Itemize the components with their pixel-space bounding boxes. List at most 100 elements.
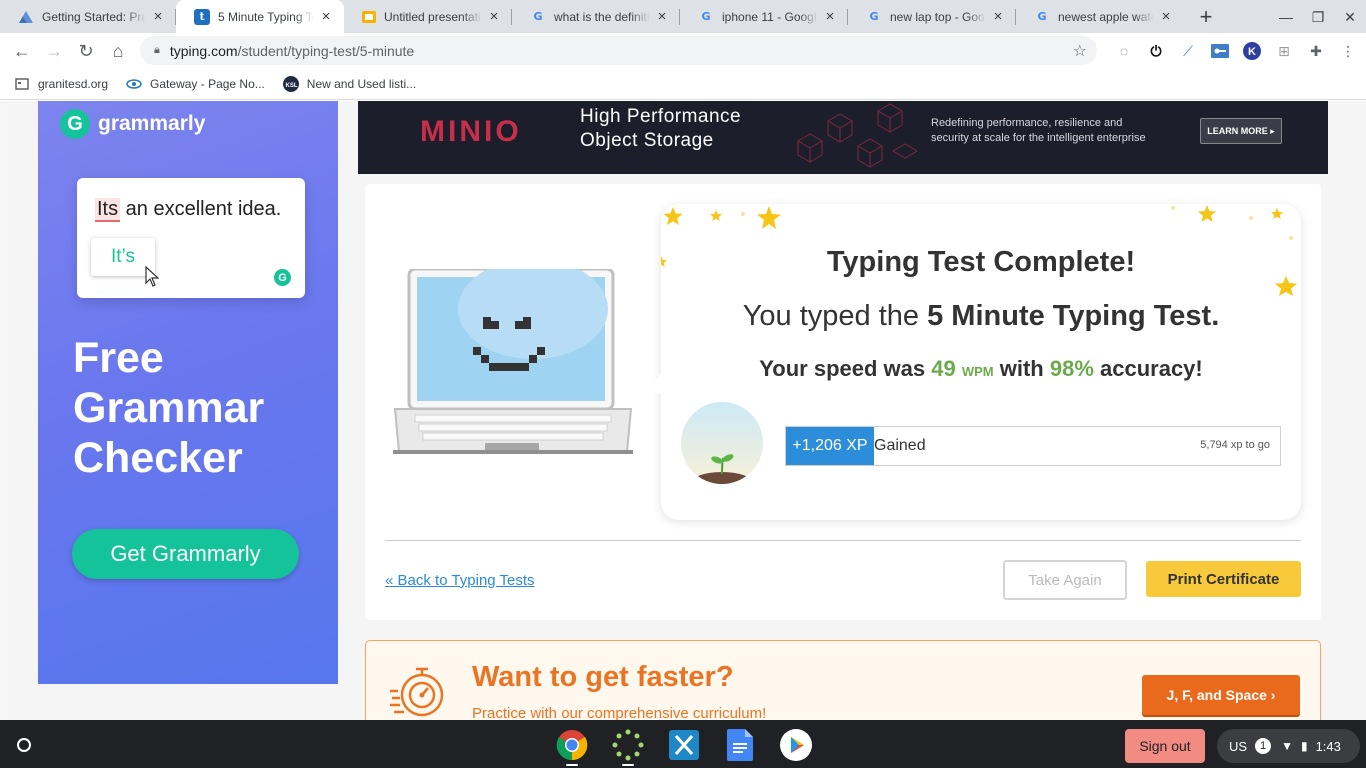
grammarly-brand: grammarly (98, 112, 206, 135)
home-icon[interactable]: ⌂ (102, 35, 134, 67)
learn-more-button[interactable]: LEARN MORE ▸ (1200, 118, 1282, 144)
bookmarks-bar: granitesd.org Gateway - Page No... KSL N… (0, 69, 1366, 100)
google-docs-icon[interactable] (723, 728, 757, 762)
minio-banner-ad[interactable]: MINIO High Performance Object Storage Re… (358, 101, 1328, 174)
browser-toolbar: ← → ↻ ⌂ 🔒︎ typing.com/student/typing-tes… (0, 33, 1366, 69)
loading-extension-icon[interactable]: ◌ (1108, 35, 1140, 67)
tab-title: Getting Started: Pre (42, 9, 146, 24)
close-tab-icon[interactable]: × (150, 8, 166, 25)
page-content: G grammarly Its an excellent idea. It’s … (0, 101, 1366, 720)
tab-untitled-presentation[interactable]: Untitled presentatio × (344, 0, 512, 33)
grammarly-ad[interactable]: G grammarly Its an excellent idea. It’s … (38, 101, 338, 684)
ksl-icon: KSL (282, 76, 299, 92)
bookmark-granitesd[interactable]: granitesd.org (14, 77, 108, 91)
grammarly-g-icon: G (60, 109, 90, 139)
bookmark-gateway[interactable]: Gateway - Page No... (126, 77, 265, 91)
lock-icon[interactable]: 🔒︎ (154, 44, 160, 57)
drive-icon (18, 9, 34, 25)
close-window-icon[interactable]: ✕ (1334, 4, 1366, 30)
print-certificate-button[interactable]: Print Certificate (1146, 561, 1301, 597)
test-result-card: Typing Test Complete! You typed the 5 Mi… (365, 184, 1321, 620)
k-extension-icon[interactable]: K (1236, 35, 1268, 67)
address-bar[interactable]: 🔒︎ typing.com/student/typing-test/5-minu… (140, 36, 1097, 65)
cubes-graphic (797, 103, 918, 168)
status-tray[interactable]: US 1 ▼ ▮ 1:43 (1217, 729, 1360, 763)
svg-text:KSL: KSL (285, 83, 297, 89)
page-icon (14, 77, 30, 91)
grid-extension-icon[interactable]: ⊞ (1268, 35, 1300, 67)
x-app-icon[interactable] (667, 728, 701, 762)
bookmark-ksl[interactable]: KSL New and Used listi... (282, 76, 416, 92)
tab-laptop-search[interactable]: G new lap top - Googl × (848, 0, 1016, 33)
broom-extension-icon[interactable]: ⟋ (1172, 35, 1204, 67)
headline-line: Free (73, 334, 164, 382)
test-name: 5 Minute Typing Test. (927, 300, 1220, 332)
tab-title: Untitled presentatio (384, 9, 482, 24)
tab-definition-search[interactable]: G what is the definitio × (512, 0, 680, 33)
tab-iphone-search[interactable]: G iphone 11 - Google × (680, 0, 848, 33)
grammarly-badge-icon: G (274, 269, 291, 286)
close-tab-icon[interactable]: × (1158, 8, 1174, 25)
minio-title-line: Object Storage (580, 130, 714, 151)
headline-line: Checker (73, 434, 243, 482)
back-to-typing-tests-link[interactable]: « Back to Typing Tests (385, 572, 535, 589)
play-store-icon[interactable] (779, 728, 813, 762)
ad-headline: Free Grammar Checker (73, 333, 264, 483)
wpm-value: 49 (931, 356, 956, 381)
new-tab-button[interactable]: + (1190, 0, 1222, 33)
url-host: typing.com (169, 42, 238, 59)
bookmark-label: Gateway - Page No... (150, 77, 265, 91)
tab-typing-test[interactable]: t 5 Minute Typing Te × (176, 0, 344, 33)
minimize-icon[interactable]: — (1270, 4, 1302, 30)
tab-getting-started[interactable]: Getting Started: Pre × (0, 0, 176, 33)
svg-text:K: K (1248, 46, 1256, 58)
extensions-puzzle-icon[interactable]: ✚ (1300, 35, 1332, 67)
get-grammarly-button[interactable]: Get Grammarly (72, 529, 299, 579)
loading-app-icon[interactable] (611, 728, 645, 766)
key-extension-icon[interactable] (1204, 35, 1236, 67)
tab-title: new lap top - Googl (890, 9, 986, 24)
close-tab-icon[interactable]: × (990, 8, 1006, 25)
google-icon: G (533, 10, 543, 23)
restore-icon[interactable]: ❐ (1302, 4, 1334, 30)
slides-icon (362, 10, 376, 23)
bookmark-star-icon[interactable]: ☆ (1073, 41, 1087, 61)
divider (385, 540, 1301, 541)
extensions-area: ◌ ⏻ ⟋ K ⊞ ✚ ⋮ (1108, 35, 1364, 67)
menu-kebab-icon[interactable]: ⋮ (1332, 35, 1364, 67)
google-icon: G (701, 10, 711, 23)
back-icon[interactable]: ← (6, 35, 38, 67)
power-extension-icon[interactable]: ⏻ (1140, 35, 1172, 67)
grammarly-demo-card: Its an excellent idea. It’s G (77, 178, 305, 298)
google-icon: G (1037, 10, 1047, 23)
stopwatch-icon (390, 667, 444, 717)
minio-description: Redefining performance, resilience and s… (931, 116, 1146, 146)
tab-strip: Getting Started: Pre × t 5 Minute Typing… (0, 0, 1366, 33)
chrome-app-icon[interactable] (555, 728, 589, 766)
close-tab-icon[interactable]: × (486, 8, 502, 25)
close-tab-icon[interactable]: × (822, 8, 838, 25)
url-path: /student/typing-test/5-minute (237, 42, 415, 59)
wifi-icon: ▼ (1281, 739, 1293, 753)
demo-sentence: Its an excellent idea. (95, 198, 281, 222)
tab-apple-watch-search[interactable]: G newest apple watc × (1016, 0, 1184, 33)
clock-time: 1:43 (1315, 738, 1341, 754)
chromeos-shelf: Sign out US 1 ▼ ▮ 1:43 (0, 720, 1366, 768)
take-again-button[interactable]: Take Again (1003, 560, 1127, 600)
xp-gained-label: Gained (874, 437, 926, 454)
launcher-icon[interactable] (11, 732, 37, 758)
sign-out-button[interactable]: Sign out (1125, 729, 1205, 763)
tab-title: iphone 11 - Google (722, 9, 818, 24)
close-tab-icon[interactable]: × (654, 8, 670, 25)
minio-logo: MINIO (420, 115, 522, 148)
speed-prefix: Your speed was (759, 356, 932, 381)
grammarly-logo: G grammarly (60, 109, 205, 139)
wpm-unit: WPM (961, 364, 994, 379)
jf-space-lesson-button[interactable]: J, F, and Space › (1142, 675, 1300, 715)
minio-desc-line: security at scale for the intelligent en… (931, 132, 1146, 144)
forward-icon[interactable]: → (38, 35, 70, 67)
battery-icon: ▮ (1300, 739, 1308, 753)
close-tab-icon[interactable]: × (318, 8, 334, 25)
get-faster-card: Want to get faster? Practice with our co… (365, 640, 1321, 720)
reload-icon[interactable]: ↻ (70, 35, 102, 67)
